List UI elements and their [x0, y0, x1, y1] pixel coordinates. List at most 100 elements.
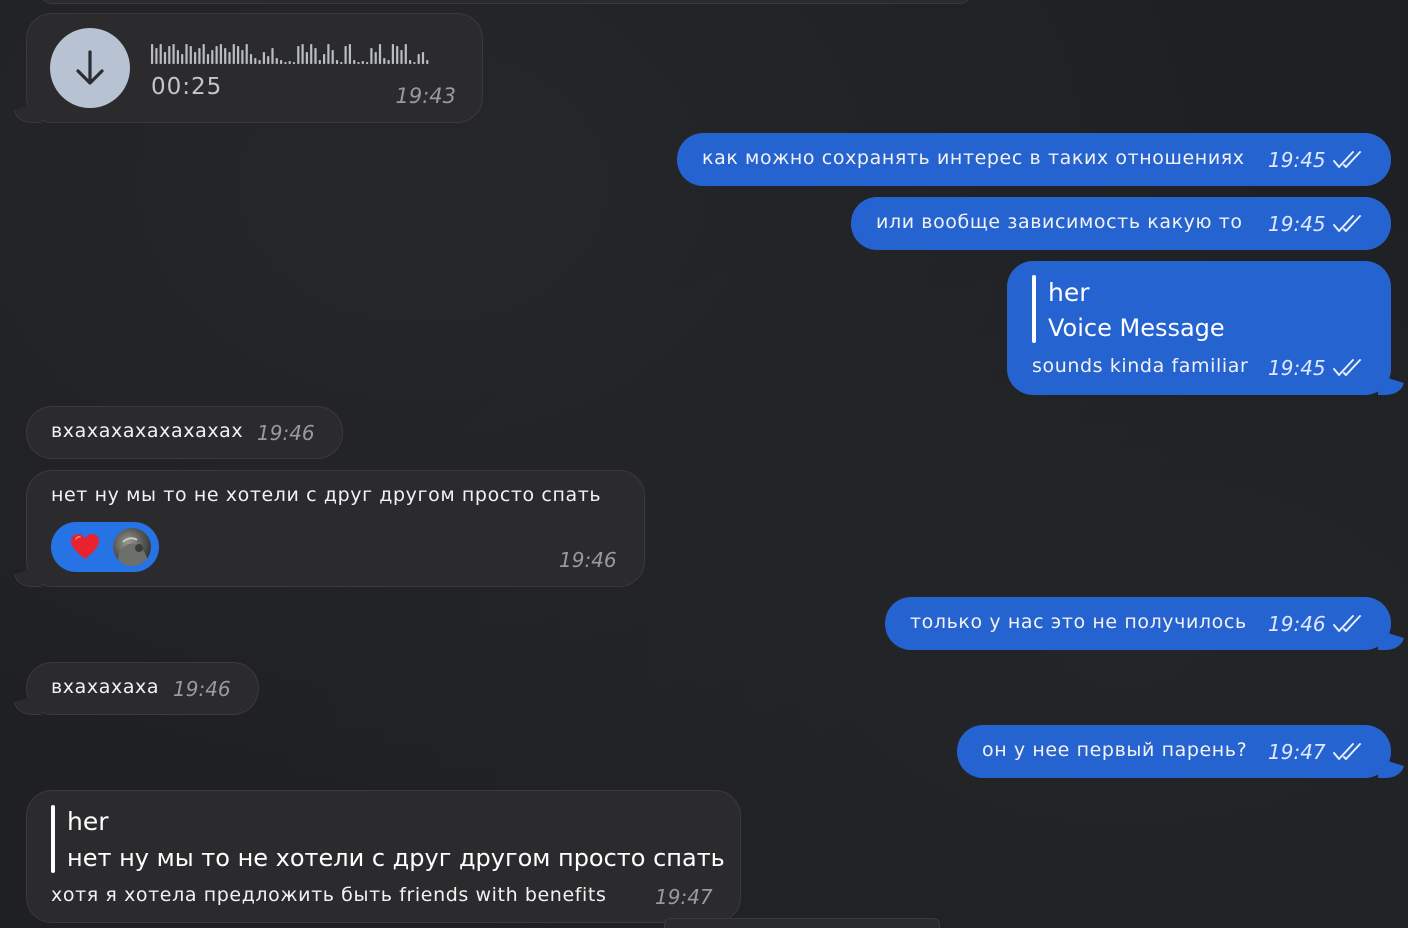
incoming-message[interactable]: вхахахахахахахах 19:46 — [26, 406, 343, 459]
waveform-bar — [159, 44, 162, 64]
outgoing-message[interactable]: он у нее первый парень? 19:47 — [957, 725, 1404, 778]
outgoing-message[interactable]: как можно сохранять интерес в таких отно… — [677, 133, 1391, 186]
message-time: 19:46 — [1268, 612, 1326, 636]
waveform-bar — [275, 58, 278, 64]
waveform-bar — [172, 44, 175, 64]
waveform-bar — [258, 60, 261, 64]
message-time: 19:46 — [173, 677, 231, 701]
waveform-bar — [206, 54, 210, 64]
chat-area[interactable]: 00:25 19:43 как можно сохранять интерес … — [0, 0, 1408, 928]
waveform-bar — [292, 62, 296, 64]
waveform-bar — [215, 46, 218, 64]
waveform-bar — [254, 58, 257, 64]
waveform-bar — [305, 52, 308, 64]
waveform-bar — [151, 44, 154, 64]
waveform-bar — [284, 62, 287, 64]
bubble-tail — [14, 694, 41, 715]
waveform-bar — [310, 44, 313, 64]
message-text: sounds kinda familiar — [1032, 355, 1249, 377]
waveform-bar — [348, 44, 351, 64]
download-arrow-icon — [76, 50, 104, 85]
waveform-bar — [331, 50, 334, 64]
heart-reaction-icon — [69, 531, 101, 563]
message-text: вхахахахахахахах — [51, 420, 244, 442]
waveform-bar — [391, 44, 394, 64]
waveform-bar — [189, 46, 192, 64]
message-text: хотя я хотела предложить быть friends wi… — [51, 884, 607, 906]
waveform-bar — [249, 54, 253, 64]
message-time: 19:47 — [655, 885, 713, 909]
waveform-bar — [202, 44, 205, 64]
reply-snippet[interactable]: Voice Message — [1048, 314, 1225, 342]
waveform-bar — [344, 46, 347, 64]
incoming-message[interactable]: нет ну мы то не хотели с друг другом про… — [14, 470, 645, 587]
waveform-bar — [383, 58, 386, 64]
waveform-bar — [241, 50, 244, 64]
waveform-bar — [417, 54, 420, 64]
waveform-bar — [413, 62, 416, 64]
waveform-bar — [366, 62, 369, 64]
waveform-bar — [288, 61, 291, 64]
message-time: 19:45 — [1268, 356, 1326, 380]
waveform-bar — [181, 54, 184, 64]
outgoing-message[interactable]: только у нас это не получилось 19:46 — [885, 597, 1404, 650]
bubble-tail — [14, 566, 41, 587]
message-time: 19:47 — [1268, 740, 1326, 764]
waveform-bar — [361, 61, 364, 64]
waveform-bar — [224, 48, 227, 64]
waveform-bar — [387, 60, 390, 64]
waveform-bar — [318, 60, 321, 64]
waveform-bar — [353, 60, 356, 64]
message-text: он у нее первый парень? — [982, 739, 1248, 761]
bubble-tail — [14, 102, 41, 123]
download-button[interactable] — [50, 28, 130, 108]
waveform-bar — [176, 50, 179, 64]
message-time: 19:46 — [257, 421, 315, 445]
reaction-pill[interactable] — [51, 522, 159, 572]
waveform-bar — [340, 62, 343, 64]
bubble-tail — [1378, 758, 1404, 778]
waveform-bar — [370, 48, 373, 64]
waveform-bar — [323, 54, 326, 64]
waveform-bar — [219, 44, 222, 64]
voice-message-bubble[interactable]: 00:25 19:43 — [14, 13, 483, 123]
waveform-bar — [400, 50, 403, 64]
reply-author[interactable]: her — [67, 807, 109, 836]
waveform-bar — [426, 60, 429, 64]
waveform-bar — [280, 60, 283, 64]
message-time: 19:45 — [1268, 212, 1326, 236]
waveform-bar — [404, 44, 407, 64]
double-check-icon — [1333, 215, 1361, 232]
reply-snippet[interactable]: нет ну мы то не хотели с друг другом про… — [67, 844, 725, 872]
message-text: нет ну мы то не хотели с друг другом про… — [51, 484, 602, 506]
waveform-bar — [237, 46, 240, 64]
waveform-bar — [327, 44, 330, 64]
waveform-bar — [185, 44, 188, 64]
waveform-bar — [297, 46, 300, 64]
reply-quote-bar — [1032, 275, 1036, 343]
waveform-bar — [378, 44, 382, 64]
bubble-tail — [1378, 375, 1404, 395]
waveform-bar — [409, 60, 412, 64]
outgoing-message[interactable]: или вообще зависимость какую то 19:45 — [851, 197, 1391, 250]
waveform-bar — [271, 48, 274, 64]
outgoing-reply-message[interactable]: her Voice Message sounds kinda familiar … — [1007, 261, 1404, 395]
double-check-icon — [1333, 151, 1361, 168]
double-check-icon — [1333, 615, 1361, 632]
voice-waveform[interactable] — [151, 42, 451, 64]
double-check-icon — [1333, 359, 1361, 376]
waveform-bar — [232, 44, 235, 64]
bubble-tail — [1378, 630, 1404, 650]
message-time: 19:43 — [395, 84, 456, 108]
message-text: или вообще зависимость какую то — [876, 211, 1243, 233]
waveform-bar — [245, 44, 248, 64]
waveform-bar — [314, 48, 317, 64]
waveform-bar — [211, 50, 214, 64]
double-check-icon — [1333, 743, 1361, 760]
reply-author[interactable]: her — [1048, 278, 1090, 307]
incoming-reply-message[interactable]: her нет ну мы то не хотели с друг другом… — [26, 790, 741, 923]
message-text: только у нас это не получилось — [910, 611, 1247, 633]
waveform-bar — [374, 52, 377, 64]
incoming-message[interactable]: вхахахаха 19:46 — [14, 662, 259, 715]
reactor-avatar[interactable] — [113, 528, 151, 566]
